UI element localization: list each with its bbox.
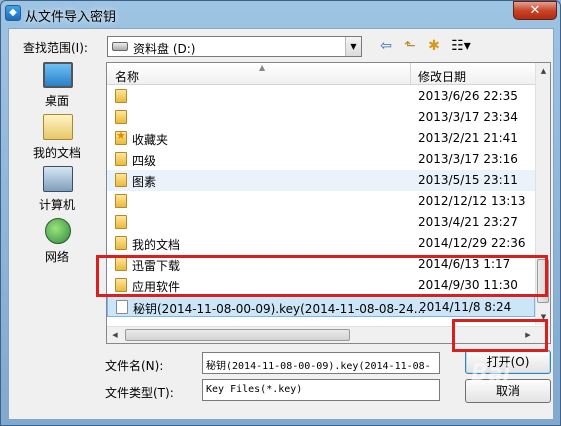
item-date: 2013/3/17 23:16 [418,152,518,166]
item-date: 2013/5/15 23:11 [418,173,518,187]
window-title: 从文件导入密钥 [25,10,117,25]
file-name-value: 秘钥(2014-11-08-00-09).key(2014-11-08- [206,361,431,372]
item-name: 收藏夹 [132,133,169,147]
place-label: 计算机 [38,198,75,212]
place-network[interactable]: 网络 [15,218,99,268]
horizontal-scroll-thumb[interactable] [125,329,350,341]
highlight-box-open-button [452,319,548,352]
file-name-label: 文件名(N): [105,359,164,373]
favorites-folder-icon [115,129,127,145]
list-item[interactable]: 四级 2013/3/17 23:16 [107,149,535,170]
item-date: 2014/12/29 22:36 [418,236,526,250]
folder-icon [115,194,127,208]
folder-icon [115,89,127,103]
place-label: 网络 [44,250,69,264]
scroll-up-icon[interactable]: ▲ [536,63,550,79]
item-date: 2012/12/12 13:13 [418,194,526,208]
view-menu-icon[interactable]: ☷▾ [447,36,475,56]
look-in-label: 查找范围(I): [23,41,88,55]
list-item[interactable]: 图素 2013/5/15 23:11 [107,170,535,191]
file-type-value: Key Files(*.key) [206,384,303,395]
computer-icon [43,166,73,192]
folder-icon [115,152,127,166]
folder-icon [115,236,127,250]
look-in-value: 资料盘 (D:) [133,42,196,56]
network-icon [45,218,71,244]
column-header-date[interactable]: 修改日期 [418,68,466,85]
list-item[interactable]: 我的文档 2014/12/29 22:36 [107,233,535,254]
sort-ascending-icon: ▲ [259,63,266,72]
list-item[interactable]: 收藏夹 2013/2/21 21:41 [107,128,535,149]
place-label: 我的文档 [32,146,81,160]
desktop-icon [43,62,73,88]
item-date: 2014/11/8 8:24 [419,300,512,314]
list-header: ▲ 名称 修改日期 [107,63,535,85]
place-computer[interactable]: 计算机 [15,166,99,216]
back-icon[interactable]: ⇦ [375,36,397,56]
file-type-label: 文件类型(T): [105,386,174,400]
column-divider[interactable] [410,63,411,85]
look-in-dropdown[interactable]: 资料盘 (D:) ▼ [107,36,362,57]
file-list[interactable]: ▲ 名称 修改日期 2013/6/26 22:35 2013/3/17 23:3… [106,62,551,344]
item-date: 2013/3/17 23:34 [418,110,518,124]
file-icon [116,300,128,314]
list-item[interactable]: 2013/3/17 23:34 [107,107,535,128]
drive-icon [112,42,128,51]
file-name-input[interactable]: 秘钥(2014-11-08-00-09).key(2014-11-08- [202,352,440,374]
close-button[interactable]: ✕ [513,1,557,20]
title-bar[interactable]: ◆ 从文件导入密钥 ✕ [1,1,560,27]
item-name: 图素 [132,175,157,189]
up-folder-icon[interactable]: ⬑ [399,36,421,56]
folder-icon [115,215,127,229]
documents-icon [43,114,73,140]
folder-icon [115,110,127,124]
scroll-left-icon[interactable]: ◀ [107,327,123,343]
item-name: 我的文档 [132,238,181,252]
import-key-dialog: ◆ 从文件导入密钥 ✕ 查找范围(I): 资料盘 (D:) ▼ ⇦ ⬑ ✱ ☷▾… [0,0,561,426]
places-bar: 桌面 我的文档 计算机 网络 [15,62,99,332]
place-desktop[interactable]: 桌面 [15,62,99,112]
item-name: 四级 [132,154,157,168]
file-type-dropdown[interactable]: Key Files(*.key) [202,379,440,401]
place-label: 桌面 [44,94,69,108]
app-icon: ◆ [5,5,21,21]
item-date: 2013/2/21 21:41 [418,131,518,145]
place-documents[interactable]: 我的文档 [15,114,99,164]
new-folder-icon[interactable]: ✱ [423,36,445,56]
chevron-down-icon[interactable]: ▼ [345,37,361,56]
list-item[interactable]: 2013/4/21 23:27 [107,212,535,233]
column-header-name[interactable]: 名称 [115,68,139,85]
item-date: 2013/4/21 23:27 [418,215,518,229]
list-item[interactable]: 2012/12/12 13:13 [107,191,535,212]
selected-file-row[interactable]: 秘钥(2014-11-08-00-09).key(2014-11-08-08-2… [107,296,535,317]
watermark-logo: Bai [471,361,511,386]
highlight-box-file-row [96,255,548,297]
list-item[interactable]: 2013/6/26 22:35 [107,86,535,107]
folder-icon [115,173,127,187]
item-date: 2013/6/26 22:35 [418,89,518,103]
item-name: 秘钥(2014-11-08-00-09).key(2014-11-08-08-2… [133,302,426,316]
